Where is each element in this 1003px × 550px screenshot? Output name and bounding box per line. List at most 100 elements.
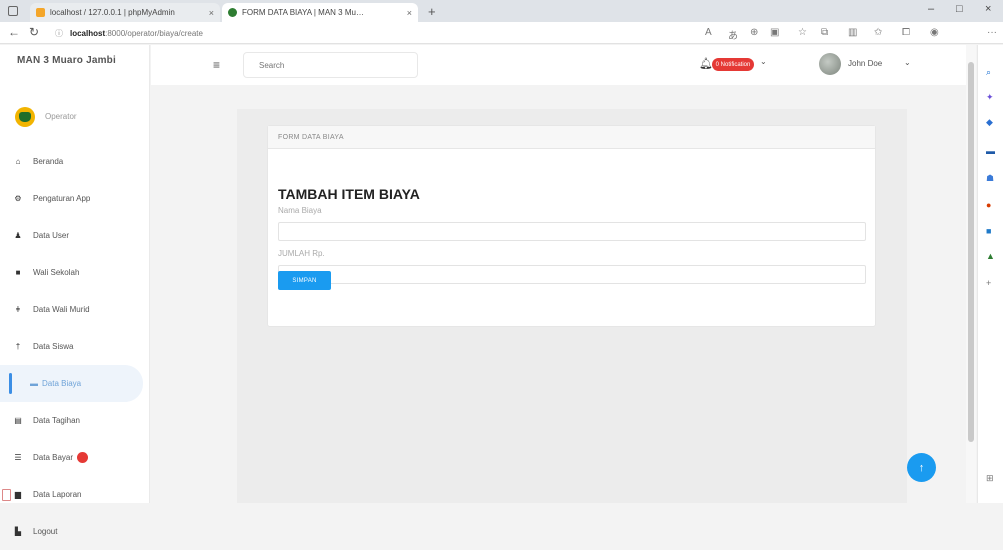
logout-icon: ▙ — [14, 527, 22, 536]
nama-biaya-label: Nama Biaya — [278, 206, 322, 215]
notification-badge[interactable]: 0 Notification — [712, 58, 754, 71]
tab-actions-icon[interactable] — [8, 6, 18, 16]
briefcase-icon[interactable]: ▬ — [986, 146, 995, 156]
person-icon: ǂ — [15, 305, 21, 314]
student-icon: † — [15, 342, 21, 351]
school-logo-icon — [15, 107, 35, 127]
user-role: Operator — [45, 112, 77, 121]
sidebar-item-data-siswa[interactable]: † Data Siswa — [0, 328, 149, 365]
copilot-icon[interactable]: ✦ — [986, 92, 994, 103]
sidebar-item-data-laporan[interactable]: ▆ Data Laporan — [0, 476, 149, 513]
jumlah-label: JUMLAH Rp. — [278, 249, 325, 258]
user-name[interactable]: John Doe — [848, 59, 882, 68]
bell-icon[interactable]: 🔔︎ — [699, 57, 713, 70]
search-icon[interactable]: ⌕ — [986, 67, 991, 78]
sidebar-item-pengaturan-app[interactable]: ⚙ Pengaturan App — [0, 180, 149, 217]
user-icon: ♟ — [14, 231, 22, 240]
sidebar-item-label: Pengaturan App — [33, 194, 91, 203]
sidebar-item-data-wali-murid[interactable]: ǂ Data Wali Murid — [0, 291, 149, 328]
info-icon: ⓘ — [55, 28, 63, 38]
scrollbar-thumb[interactable] — [968, 62, 974, 442]
nama-biaya-input[interactable] — [278, 222, 866, 241]
save-button[interactable]: SIMPAN — [278, 271, 331, 290]
form-title: TAMBAH ITEM BIAYA — [278, 186, 420, 202]
phpmyadmin-favicon-icon — [36, 8, 45, 17]
sidebar-item-label: Data Siswa — [33, 342, 74, 351]
tag-icon[interactable]: ◆ — [986, 117, 993, 128]
avatar[interactable] — [819, 53, 841, 75]
browser-address-bar: ← ↻ ⓘ localhost :8000/operator/biaya/cre… — [0, 22, 1003, 44]
sidebar-item-label: Logout — [33, 527, 58, 536]
url-field[interactable]: ⓘ localhost :8000/operator/biaya/create — [55, 26, 675, 40]
back-icon[interactable]: ← — [8, 25, 20, 39]
maximize-button[interactable]: □ — [956, 3, 963, 15]
search-input[interactable] — [243, 52, 418, 78]
sidebar-item-logout[interactable]: ▙ Logout — [0, 513, 149, 550]
sidebar-item-data-tagihan[interactable]: ▤ Data Tagihan — [0, 402, 149, 439]
tab-title: localhost / 127.0.0.1 | phpMyAdmin — [50, 8, 175, 17]
drop-icon[interactable]: ▲ — [986, 251, 995, 261]
gear-icon: ⚙ — [14, 194, 22, 203]
url-path: :8000/operator/biaya/create — [105, 28, 203, 38]
favorites-star-icon[interactable]: ☆ — [798, 27, 807, 38]
list-icon: ▤ — [14, 416, 22, 425]
close-window-button[interactable]: × — [985, 3, 991, 15]
chevron-down-icon[interactable]: ⌄ — [904, 58, 911, 67]
favorites-bar-icon[interactable]: ✩ — [874, 27, 882, 38]
sidebar-settings-icon[interactable]: ⊞ — [986, 473, 994, 484]
chevron-down-icon[interactable]: ⌄ — [760, 57, 767, 66]
sidebar-item-beranda[interactable]: ⌂ Beranda — [0, 143, 149, 180]
sidebar-item-label: Data Laporan — [33, 490, 82, 499]
sidebar-item-label: Wali Sekolah — [33, 268, 80, 277]
profile-icon[interactable]: ◉ — [930, 27, 939, 38]
browser-tab-phpmyadmin[interactable]: localhost / 127.0.0.1 | phpMyAdmin × — [30, 3, 220, 22]
browser-tab-bar: localhost / 127.0.0.1 | phpMyAdmin × FOR… — [0, 0, 1003, 22]
hamburger-menu-icon[interactable]: ≡ — [213, 58, 220, 72]
home-icon: ⌂ — [15, 157, 21, 166]
people-icon[interactable]: ☗ — [986, 173, 994, 184]
split-screen-icon[interactable]: ▥ — [848, 27, 857, 38]
sidebar-item-data-biaya[interactable]: ▬ Data Biaya — [0, 365, 143, 402]
sidebar-item-data-user[interactable]: ♟ Data User — [0, 217, 149, 254]
collections-icon[interactable]: ⧉ — [821, 27, 828, 38]
taskbar-file-icon — [2, 489, 11, 501]
close-tab-icon[interactable]: × — [203, 8, 214, 18]
reload-icon[interactable]: ↻ — [29, 25, 39, 39]
close-tab-icon[interactable]: × — [401, 8, 412, 18]
tab-title: FORM DATA BIAYA | MAN 3 Mu… — [242, 8, 364, 17]
sidebar-menu: ⌂ Beranda ⚙ Pengaturan App ♟ Data User ■ Wal… — [0, 143, 149, 550]
translate-icon[interactable]: あ — [728, 27, 738, 42]
sidebar-item-label: Data Biaya — [42, 379, 82, 388]
read-aloud-icon[interactable]: A — [705, 27, 712, 38]
notification-badge — [77, 452, 89, 463]
jumlah-input[interactable] — [278, 265, 866, 284]
money-icon: ▬ — [30, 379, 38, 388]
sidebar-item-label: Data Tagihan — [33, 416, 80, 425]
minimize-button[interactable]: – — [928, 3, 934, 15]
office-icon[interactable]: ● — [986, 200, 991, 210]
more-menu-icon[interactable]: ··· — [987, 27, 997, 38]
extensions-icon[interactable]: ⧠ — [902, 27, 910, 38]
report-icon: ▆ — [14, 490, 22, 499]
sidebar-item-data-bayar[interactable]: ☰ Data Bayar — [0, 439, 149, 476]
new-tab-button[interactable]: + — [428, 4, 436, 19]
zoom-icon[interactable]: ⊕ — [750, 27, 758, 38]
add-icon[interactable]: + — [986, 278, 991, 288]
top-header: ≡ 🔔︎ 0 Notification ⌄ John Doe ⌄ — [151, 45, 966, 85]
sidebar-item-label: Data Wali Murid — [33, 305, 90, 314]
url-host: localhost — [70, 28, 106, 38]
form-card: FORM DATA BIAYA TAMBAH ITEM BIAYA Nama B… — [267, 125, 876, 327]
outlook-icon[interactable]: ■ — [986, 226, 991, 236]
app-available-icon[interactable]: ▣ — [770, 27, 779, 38]
scroll-to-top-button[interactable]: ↑ — [907, 453, 936, 482]
sidebar-item-wali-sekolah[interactable]: ■ Wali Sekolah — [0, 254, 149, 291]
edge-sidebar — [977, 45, 1003, 503]
sidebar-item-label: Data User — [33, 231, 70, 240]
sidebar-item-label: Beranda — [33, 157, 64, 166]
card-header: FORM DATA BIAYA — [268, 126, 875, 149]
browser-tab-form-data-biaya[interactable]: FORM DATA BIAYA | MAN 3 Mu… × — [222, 3, 418, 22]
sidebar-item-label: Data Bayar — [33, 453, 74, 462]
payment-icon: ☰ — [14, 453, 22, 462]
app-favicon-icon — [228, 8, 237, 17]
building-icon: ■ — [15, 268, 21, 277]
